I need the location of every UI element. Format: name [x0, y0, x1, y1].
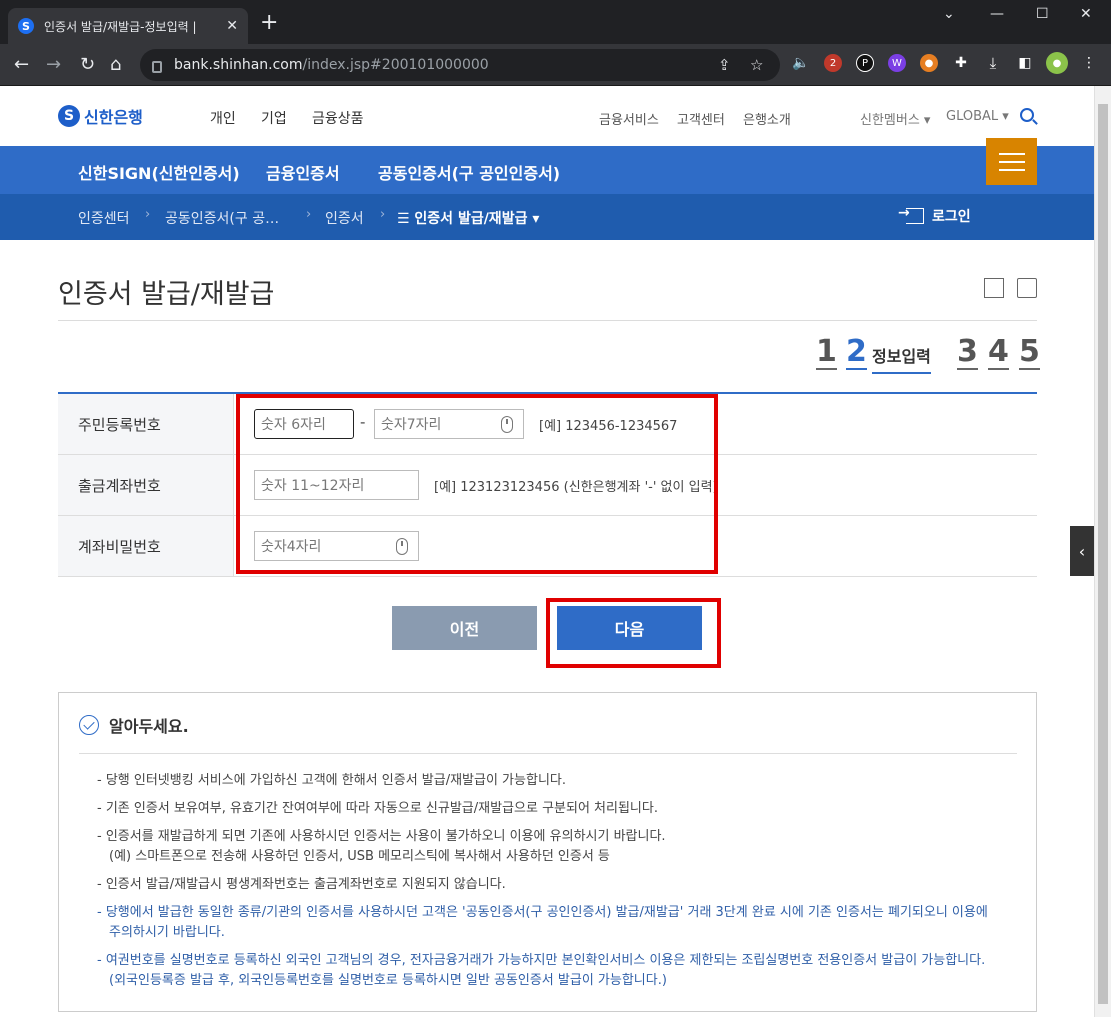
nav-members-dropdown[interactable]: 신한멤버스 ▾	[860, 109, 930, 128]
browser-toolbar: ← → ↻ ⌂ bank.shinhan.com/index.jsp#20010…	[0, 44, 1111, 86]
profile-avatar[interactable]: ●	[1046, 52, 1068, 74]
notice-title: 알아두세요.	[109, 717, 189, 736]
url-text: bank.shinhan.com/index.jsp#200101000000	[174, 57, 489, 73]
step-5: 5	[1019, 334, 1040, 370]
notice-item: - 당행에서 발급한 동일한 종류/기관의 인증서를 사용하시던 고객은 '공동…	[97, 905, 988, 940]
login-label: 로그인	[932, 209, 971, 225]
scrollbar-thumb[interactable]	[1098, 104, 1108, 1004]
nav-bank-intro[interactable]: 은행소개	[743, 109, 791, 128]
breadcrumb: 인증센터 › 공동인증서(구 공… › 인증서 › ☰ 인증서 발급/재발급 ▾…	[0, 194, 1094, 240]
search-icon[interactable]	[1020, 108, 1034, 122]
check-circle-icon	[79, 715, 99, 735]
breadcrumb-chevron-icon: ›	[380, 207, 386, 222]
title-divider	[58, 320, 1037, 321]
shinhan-logo-icon: S	[58, 105, 80, 127]
lock-icon	[152, 61, 162, 73]
notice-list: - 당행 인터넷뱅킹 서비스에 가입하신 고객에 한해서 인증서 발급/재발급이…	[97, 771, 997, 999]
breadcrumb-chevron-icon: ›	[306, 207, 312, 222]
extension-badge-icon[interactable]: 2	[824, 54, 842, 72]
site-header: S 신한은행 개인 기업 금융상품 금융서비스 고객센터 은행소개 신한멤버스 …	[0, 86, 1094, 146]
notice-box: 알아두세요. - 당행 인터넷뱅킹 서비스에 가입하신 고객에 한해서 인증서 …	[58, 692, 1037, 1012]
cert-menu: 신한SIGN(신한인증서) 금융인증서 공동인증서(구 공인인증서)	[0, 146, 1094, 196]
notice-item: - 인증서 발급/재발급시 평생계좌번호는 출금계좌번호로 지원되지 않습니다.	[97, 877, 506, 892]
shinhan-favicon-icon: S	[18, 18, 34, 34]
account-number-label: 출금계좌번호	[58, 455, 234, 515]
nav-customer-center[interactable]: 고객센터	[677, 109, 725, 128]
step-1: 1	[816, 334, 837, 370]
tab-shinhan-sign[interactable]: 신한SIGN(신한인증서)	[78, 160, 240, 184]
highlight-box-form	[236, 394, 718, 574]
page-scrollbar[interactable]	[1094, 86, 1111, 1017]
chrome-menu-icon[interactable]: ⋮	[1080, 54, 1098, 72]
maximize-icon[interactable]: ☐	[1036, 6, 1049, 22]
extension-w-icon[interactable]: W	[888, 54, 906, 72]
tab-close-icon[interactable]: ✕	[226, 18, 238, 34]
address-bar[interactable]: bank.shinhan.com/index.jsp#200101000000 …	[140, 49, 780, 81]
tab-financial-cert[interactable]: 금융인증서	[266, 160, 340, 184]
nav-global-dropdown[interactable]: GLOBAL ▾	[946, 109, 1009, 124]
extension-p-icon[interactable]: P	[856, 54, 874, 72]
logo-text: 신한은행	[84, 108, 143, 127]
window-close-icon[interactable]: ✕	[1080, 6, 1092, 22]
tab-joint-cert[interactable]: 공동인증서(구 공인인증서)	[378, 160, 561, 196]
browser-tabbar: S 인증서 발급/재발급-정보입력 | ✕ + ⌄ — ☐ ✕	[0, 0, 1111, 44]
tab-search-icon[interactable]: ⌄	[943, 6, 955, 22]
account-password-label: 계좌비밀번호	[58, 516, 234, 576]
download-icon[interactable]: ⤓	[984, 54, 1002, 72]
notice-divider	[79, 753, 1017, 754]
login-button[interactable]: 로그인	[898, 205, 971, 226]
nav-personal[interactable]: 개인	[210, 108, 236, 128]
notice-item: - 기존 인증서 보유여부, 유효기간 잔여여부에 따라 자동으로 신규발급/재…	[97, 801, 658, 816]
step-indicator: 1 2 정보입력 3 4 5	[0, 334, 1040, 376]
breadcrumb-item[interactable]: 인증센터	[78, 208, 130, 228]
step-4: 4	[988, 334, 1009, 370]
nav-business[interactable]: 기업	[261, 108, 287, 128]
share-icon[interactable]: ⇪	[718, 56, 731, 74]
new-tab-button[interactable]: +	[260, 12, 278, 34]
reload-icon[interactable]: ↻	[80, 54, 95, 75]
minimize-icon[interactable]: —	[990, 6, 1004, 22]
bookmark-star-icon[interactable]: ☆	[750, 56, 763, 74]
speaker-icon[interactable]: 🔈	[792, 54, 810, 72]
step-current-label: 정보입력	[872, 346, 931, 374]
resident-number-label: 주민등록번호	[58, 394, 234, 454]
breadcrumb-item[interactable]: 공동인증서(구 공…	[165, 208, 279, 228]
step-3: 3	[957, 334, 978, 370]
nav-products[interactable]: 금융상품	[312, 108, 364, 128]
notice-item: - 당행 인터넷뱅킹 서비스에 가입하신 고객에 한해서 인증서 발급/재발급이…	[97, 773, 566, 788]
print-icon[interactable]	[1017, 278, 1037, 298]
home-icon[interactable]: ⌂	[110, 54, 121, 75]
nav-financial-services[interactable]: 금융서비스	[599, 109, 659, 128]
notice-header: 알아두세요.	[79, 713, 189, 737]
notice-item-sub: (예) 스마트폰으로 전송해 사용하던 인증서, USB 메모리스틱에 복사해서…	[109, 849, 610, 864]
breadcrumb-current-dropdown[interactable]: ☰ 인증서 발급/재발급 ▾	[397, 208, 539, 228]
export-icon[interactable]	[984, 278, 1004, 298]
notice-item: - 여권번호를 실명번호로 등록하신 외국인 고객님의 경우, 전자금융거래가 …	[97, 953, 986, 988]
breadcrumb-chevron-icon: ›	[145, 207, 151, 222]
shinhan-logo[interactable]: S 신한은행	[58, 104, 143, 128]
extension-color-icon[interactable]: ●	[920, 54, 938, 72]
highlight-box-next	[546, 598, 721, 668]
breadcrumb-item[interactable]: 인증서	[325, 208, 364, 228]
tab-title: 인증서 발급/재발급-정보입력 |	[44, 19, 197, 34]
notice-item: - 인증서를 재발급하게 되면 기존에 사용하시던 인증서는 사용이 불가하오니…	[97, 827, 997, 867]
back-icon[interactable]: ←	[14, 54, 29, 75]
step-2: 2	[846, 334, 867, 370]
side-panel-toggle-icon[interactable]: ‹	[1070, 526, 1094, 576]
side-panel-icon[interactable]: ◧	[1016, 54, 1034, 72]
page-title: 인증서 발급/재발급	[58, 279, 275, 310]
login-icon	[898, 205, 924, 224]
extensions-puzzle-icon[interactable]: ✚	[952, 54, 970, 72]
forward-icon[interactable]: →	[46, 54, 61, 75]
hamburger-menu-icon[interactable]	[986, 138, 1037, 185]
prev-button[interactable]: 이전	[392, 606, 537, 650]
browser-tab[interactable]: S 인증서 발급/재발급-정보입력 | ✕	[8, 8, 248, 44]
